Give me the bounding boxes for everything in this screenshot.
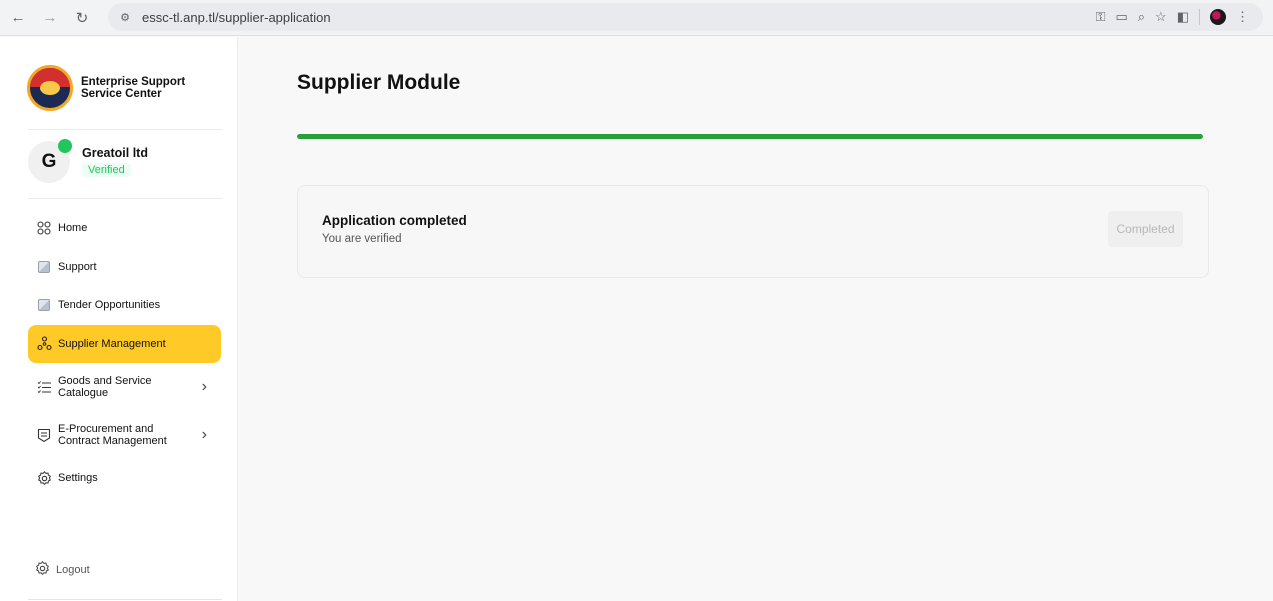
sidebar-item-label: E-Procurement and Contract Management (58, 423, 167, 447)
sidebar-item-support[interactable]: Support (28, 248, 221, 287)
progress-fill (297, 134, 1203, 139)
user-name: Greatoil ltd (82, 146, 148, 160)
sidebar-item-label: Supplier Management (58, 337, 166, 350)
application-status-card: Application completed You are verified C… (297, 185, 1209, 278)
main-content: Supplier Module Application completed Yo… (239, 37, 1273, 601)
brand[interactable]: Enterprise Support Service Center (27, 65, 191, 111)
divider (28, 129, 222, 130)
list-icon (35, 380, 53, 394)
divider (28, 599, 222, 600)
gear-icon (35, 561, 50, 579)
address-url[interactable]: essc-tl.anp.tl/supplier-application (142, 10, 331, 25)
completed-button[interactable]: Completed (1108, 211, 1183, 247)
grid-icon (35, 221, 53, 235)
bookmark-star-icon[interactable]: ☆ (1155, 9, 1167, 25)
toolbar-separator (1199, 9, 1200, 25)
status-badge: Verified (82, 163, 131, 177)
progress-bar (297, 134, 1203, 139)
browser-toolbar: ← → ↻ ⚙ essc-tl.anp.tl/supplier-applicat… (0, 0, 1273, 36)
browser-menu-icon[interactable]: ⋮ (1236, 9, 1249, 25)
sidebar-item-supplier-management[interactable]: Supplier Management (28, 324, 221, 363)
broken-image-icon (35, 260, 53, 273)
logout-button[interactable]: Logout (35, 561, 90, 579)
sidebar-item-label: Home (58, 222, 88, 235)
profile-avatar[interactable] (1210, 9, 1226, 25)
forward-arrow-icon[interactable]: → (38, 6, 62, 30)
zoom-icon[interactable]: ⌕ (1138, 9, 1145, 25)
chevron-right-icon[interactable]: › (202, 378, 207, 396)
page-title: Supplier Module (297, 71, 461, 94)
sidebar-item-e-procurement[interactable]: E-Procurement and Contract Management › (28, 411, 221, 459)
brand-name: Enterprise Support Service Center (81, 76, 186, 100)
sidebar-item-settings[interactable]: Settings (28, 459, 221, 498)
chevron-right-icon[interactable]: › (202, 426, 207, 444)
card-subtitle: You are verified (322, 233, 402, 245)
card-title: Application completed (322, 213, 467, 228)
user-profile[interactable]: G Greatoil ltd Verified (28, 139, 148, 183)
sidebar-item-goods-and-service-catalogue[interactable]: Goods and Service Catalogue › (28, 363, 221, 411)
network-icon (35, 336, 53, 351)
divider (28, 198, 222, 199)
avatar: G (28, 139, 72, 183)
avatar-initial: G (41, 151, 57, 172)
cast-icon[interactable]: ▭ (1115, 9, 1127, 25)
reload-icon[interactable]: ↻ (70, 6, 94, 30)
sidebar-item-home[interactable]: Home (28, 209, 221, 248)
sidebar-item-label: Goods and Service Catalogue (58, 375, 152, 399)
essc-logo (27, 65, 73, 111)
sidebar: Enterprise Support Service Center G Grea… (0, 37, 238, 601)
sidebar-menu: Home Support Tender Opportunities Suppli… (28, 209, 221, 498)
sidebar-item-tender-opportunities[interactable]: Tender Opportunities (28, 286, 221, 325)
sidebar-item-label: Settings (58, 472, 98, 485)
site-settings-icon[interactable]: ⚙ (114, 6, 136, 28)
logout-label: Logout (56, 564, 90, 576)
online-status-dot (58, 139, 72, 153)
extensions-icon[interactable]: ◧ (1177, 9, 1189, 25)
broken-image-icon (35, 299, 53, 312)
address-bar[interactable]: ⚙ essc-tl.anp.tl/supplier-application ⚿ … (108, 3, 1263, 31)
sidebar-item-label: Support (58, 260, 97, 273)
gear-icon (35, 470, 53, 486)
document-icon (35, 428, 53, 443)
password-key-icon[interactable]: ⚿ (1096, 9, 1106, 25)
sidebar-item-label: Tender Opportunities (58, 299, 161, 312)
back-arrow-icon[interactable]: ← (6, 6, 30, 30)
